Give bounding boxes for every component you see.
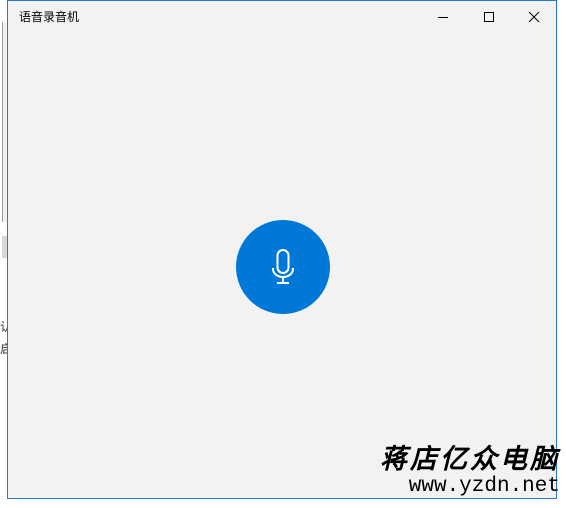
minimize-icon bbox=[438, 17, 448, 18]
window-title: 语音录音机 bbox=[19, 10, 80, 24]
watermark: 蒋店亿众电脑 www.yzdn.net bbox=[360, 444, 560, 498]
voice-recorder-window: 语音录音机 bbox=[7, 0, 557, 499]
minimize-button[interactable] bbox=[420, 1, 466, 33]
watermark-url: www.yzdn.net bbox=[408, 475, 560, 498]
close-icon bbox=[528, 11, 540, 23]
close-button[interactable] bbox=[511, 1, 557, 33]
maximize-icon bbox=[484, 12, 494, 22]
microphone-icon bbox=[272, 249, 294, 284]
record-button[interactable] bbox=[236, 220, 330, 314]
title-bar[interactable]: 语音录音机 bbox=[8, 1, 556, 33]
watermark-brand: 蒋店亿众电脑 bbox=[380, 444, 560, 475]
maximize-button[interactable] bbox=[466, 1, 512, 33]
